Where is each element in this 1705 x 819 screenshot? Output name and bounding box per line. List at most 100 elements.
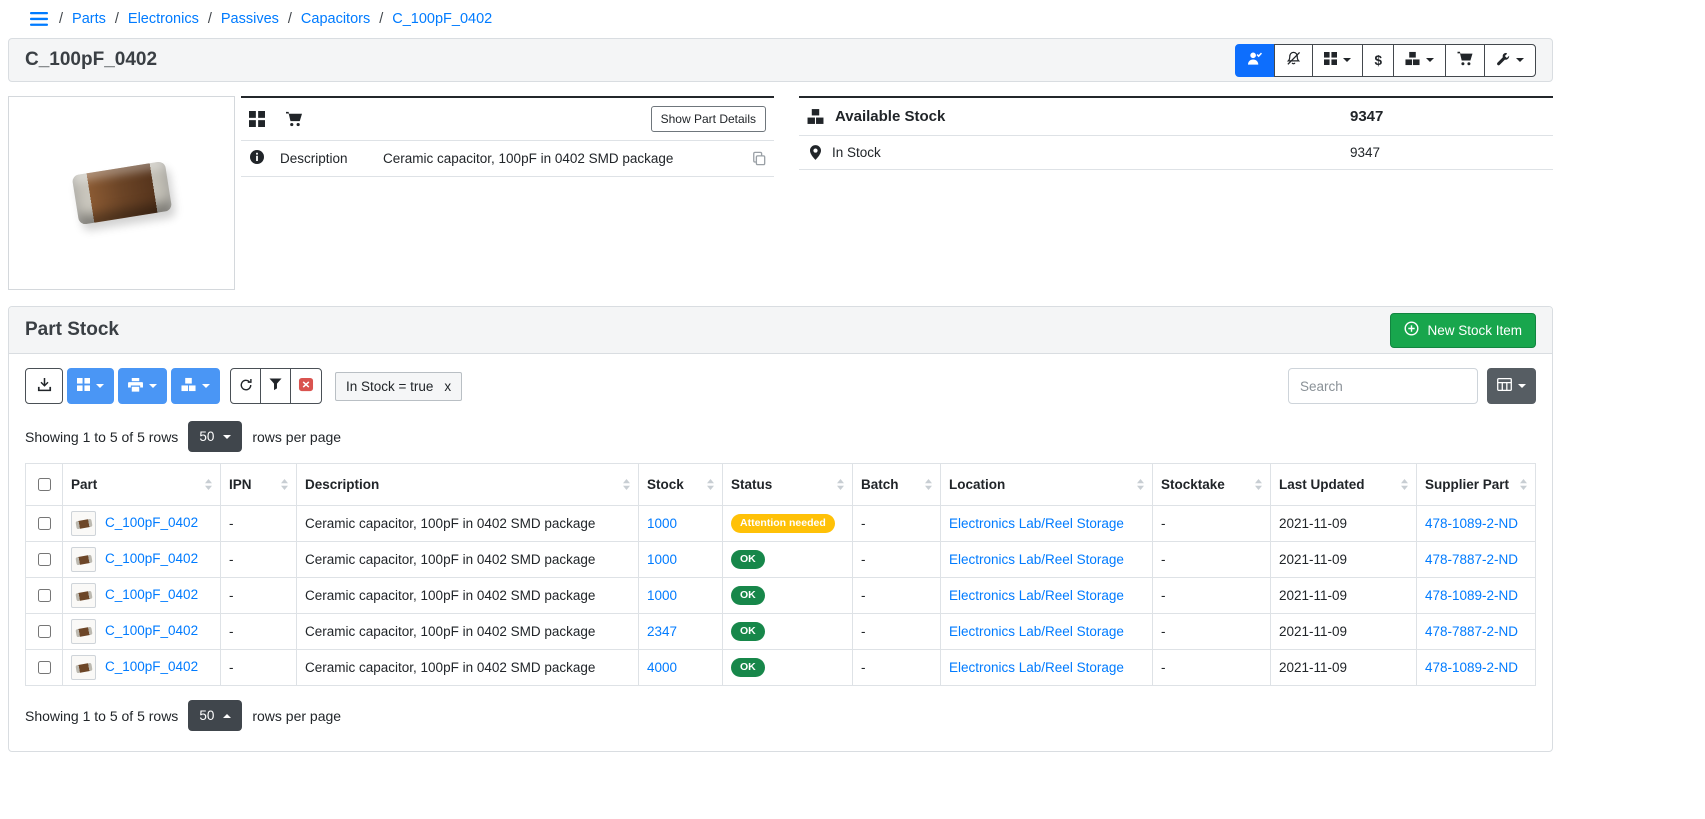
bell-slash-icon (1286, 51, 1301, 69)
part-link[interactable]: C_100pF_0402 (105, 623, 198, 638)
part-thumbnail[interactable] (71, 583, 96, 608)
description-label: Description (280, 151, 383, 166)
last-updated-cell: 2021-11-09 (1271, 542, 1417, 578)
reload-button[interactable] (230, 368, 261, 404)
row-checkbox[interactable] (38, 661, 51, 674)
showing-rows-text: Showing 1 to 5 of 5 rows (25, 429, 178, 445)
cart-icon (1457, 51, 1473, 69)
supplier-part-link[interactable]: 478-1089-2-ND (1425, 588, 1518, 603)
breadcrumb-separator: / (288, 11, 292, 27)
part-details-section: Show Part Details Description Ceramic ca… (8, 96, 1553, 290)
column-header-ipn[interactable]: IPN (221, 464, 297, 506)
breadcrumb-link-current-part[interactable]: C_100pF_0402 (392, 11, 492, 27)
status-badge: Attention needed (731, 514, 835, 533)
row-checkbox[interactable] (38, 589, 51, 602)
breadcrumb-link-passives[interactable]: Passives (221, 11, 279, 27)
stock-link[interactable]: 1000 (647, 552, 677, 567)
location-link[interactable]: Electronics Lab/Reel Storage (949, 660, 1124, 675)
page-size-select[interactable]: 50 (188, 700, 242, 731)
filter-button[interactable] (260, 368, 291, 404)
stock-link[interactable]: 1000 (647, 516, 677, 531)
notification-off-button[interactable] (1274, 44, 1313, 77)
filter-chip-remove[interactable]: x (444, 379, 451, 394)
column-header-batch[interactable]: Batch (853, 464, 941, 506)
batch-cell: - (853, 614, 941, 650)
part-thumbnail[interactable] (71, 547, 96, 572)
column-header-stock[interactable]: Stock (639, 464, 723, 506)
export-button[interactable] (25, 368, 63, 404)
location-link[interactable]: Electronics Lab/Reel Storage (949, 552, 1124, 567)
part-image[interactable] (8, 96, 235, 290)
supplier-part-link[interactable]: 478-1089-2-ND (1425, 516, 1518, 531)
rows-per-page-label: rows per page (252, 429, 341, 445)
stock-link[interactable]: 4000 (647, 660, 677, 675)
table-barcode-actions-dropdown[interactable] (67, 368, 114, 404)
sort-icon (205, 479, 212, 490)
breadcrumb-link-electronics[interactable]: Electronics (128, 11, 199, 27)
page-size-select[interactable]: 50 (188, 421, 242, 452)
column-header-part[interactable]: Part (63, 464, 221, 506)
breadcrumb-link-parts[interactable]: Parts (72, 11, 106, 27)
ipn-cell: - (221, 578, 297, 614)
boxes-icon (807, 108, 824, 125)
supplier-part-link[interactable]: 478-7887-2-ND (1425, 624, 1518, 639)
page-size-value: 50 (199, 708, 214, 723)
part-link[interactable]: C_100pF_0402 (105, 587, 198, 602)
breadcrumb-separator: / (379, 11, 383, 27)
column-header-supplier-part[interactable]: Supplier Part (1417, 464, 1536, 506)
new-stock-item-button[interactable]: New Stock Item (1390, 313, 1536, 348)
stock-actions-dropdown[interactable] (1393, 44, 1446, 77)
column-header-description[interactable]: Description (297, 464, 639, 506)
part-thumbnail[interactable] (71, 655, 96, 680)
barcode-actions-dropdown[interactable] (1312, 44, 1363, 77)
stock-options-dropdown[interactable] (171, 368, 220, 404)
column-header-stocktake[interactable]: Stocktake (1153, 464, 1271, 506)
part-link[interactable]: C_100pF_0402 (105, 551, 198, 566)
breadcrumb-link-capacitors[interactable]: Capacitors (301, 11, 370, 27)
row-checkbox[interactable] (38, 625, 51, 638)
order-actions-button[interactable] (1445, 44, 1485, 77)
boxes-icon (1405, 51, 1420, 69)
select-all-checkbox[interactable] (38, 478, 51, 491)
pagination-bottom: Showing 1 to 5 of 5 rows 50 rows per pag… (25, 700, 1536, 731)
download-icon (37, 377, 52, 395)
location-link[interactable]: Electronics Lab/Reel Storage (949, 624, 1124, 639)
subscribe-button[interactable] (1235, 44, 1275, 77)
price-button[interactable]: $ (1362, 44, 1394, 77)
stock-link[interactable]: 1000 (647, 588, 677, 603)
column-header-status[interactable]: Status (723, 464, 853, 506)
part-stock-title: Part Stock (25, 319, 119, 341)
show-part-details-button[interactable]: Show Part Details (651, 106, 766, 132)
column-header-last-updated[interactable]: Last Updated (1271, 464, 1417, 506)
funnel-icon (269, 378, 282, 394)
print-actions-dropdown[interactable] (118, 368, 167, 404)
supplier-part-link[interactable]: 478-7887-2-ND (1425, 552, 1518, 567)
column-header-location[interactable]: Location (941, 464, 1153, 506)
available-stock-value: 9347 (1350, 108, 1545, 125)
part-thumbnail[interactable] (71, 511, 96, 536)
in-stock-value: 9347 (1350, 145, 1545, 160)
part-thumbnail[interactable] (71, 619, 96, 644)
stocktake-cell: - (1153, 506, 1271, 542)
supplier-part-link[interactable]: 478-1089-2-ND (1425, 660, 1518, 675)
clear-filters-button[interactable] (290, 368, 322, 404)
search-input[interactable] (1288, 368, 1478, 404)
row-checkbox[interactable] (38, 517, 51, 530)
person-check-icon (1247, 51, 1263, 69)
location-link[interactable]: Electronics Lab/Reel Storage (949, 588, 1124, 603)
part-link[interactable]: C_100pF_0402 (105, 659, 198, 674)
stock-link[interactable]: 2347 (647, 624, 677, 639)
ipn-cell: - (221, 542, 297, 578)
part-options-dropdown[interactable] (1484, 44, 1536, 77)
info-icon (249, 149, 265, 168)
boxes-icon (181, 377, 196, 395)
menu-toggle-icon[interactable] (30, 12, 48, 26)
row-checkbox[interactable] (38, 553, 51, 566)
stock-table: Part IPN Description Stock Status Batch … (25, 463, 1536, 686)
sort-icon (1401, 479, 1408, 490)
table-columns-dropdown[interactable] (1487, 368, 1536, 404)
part-link[interactable]: C_100pF_0402 (105, 515, 198, 530)
location-link[interactable]: Electronics Lab/Reel Storage (949, 516, 1124, 531)
copy-icon[interactable] (752, 151, 766, 166)
qrcode-icon (77, 378, 90, 394)
